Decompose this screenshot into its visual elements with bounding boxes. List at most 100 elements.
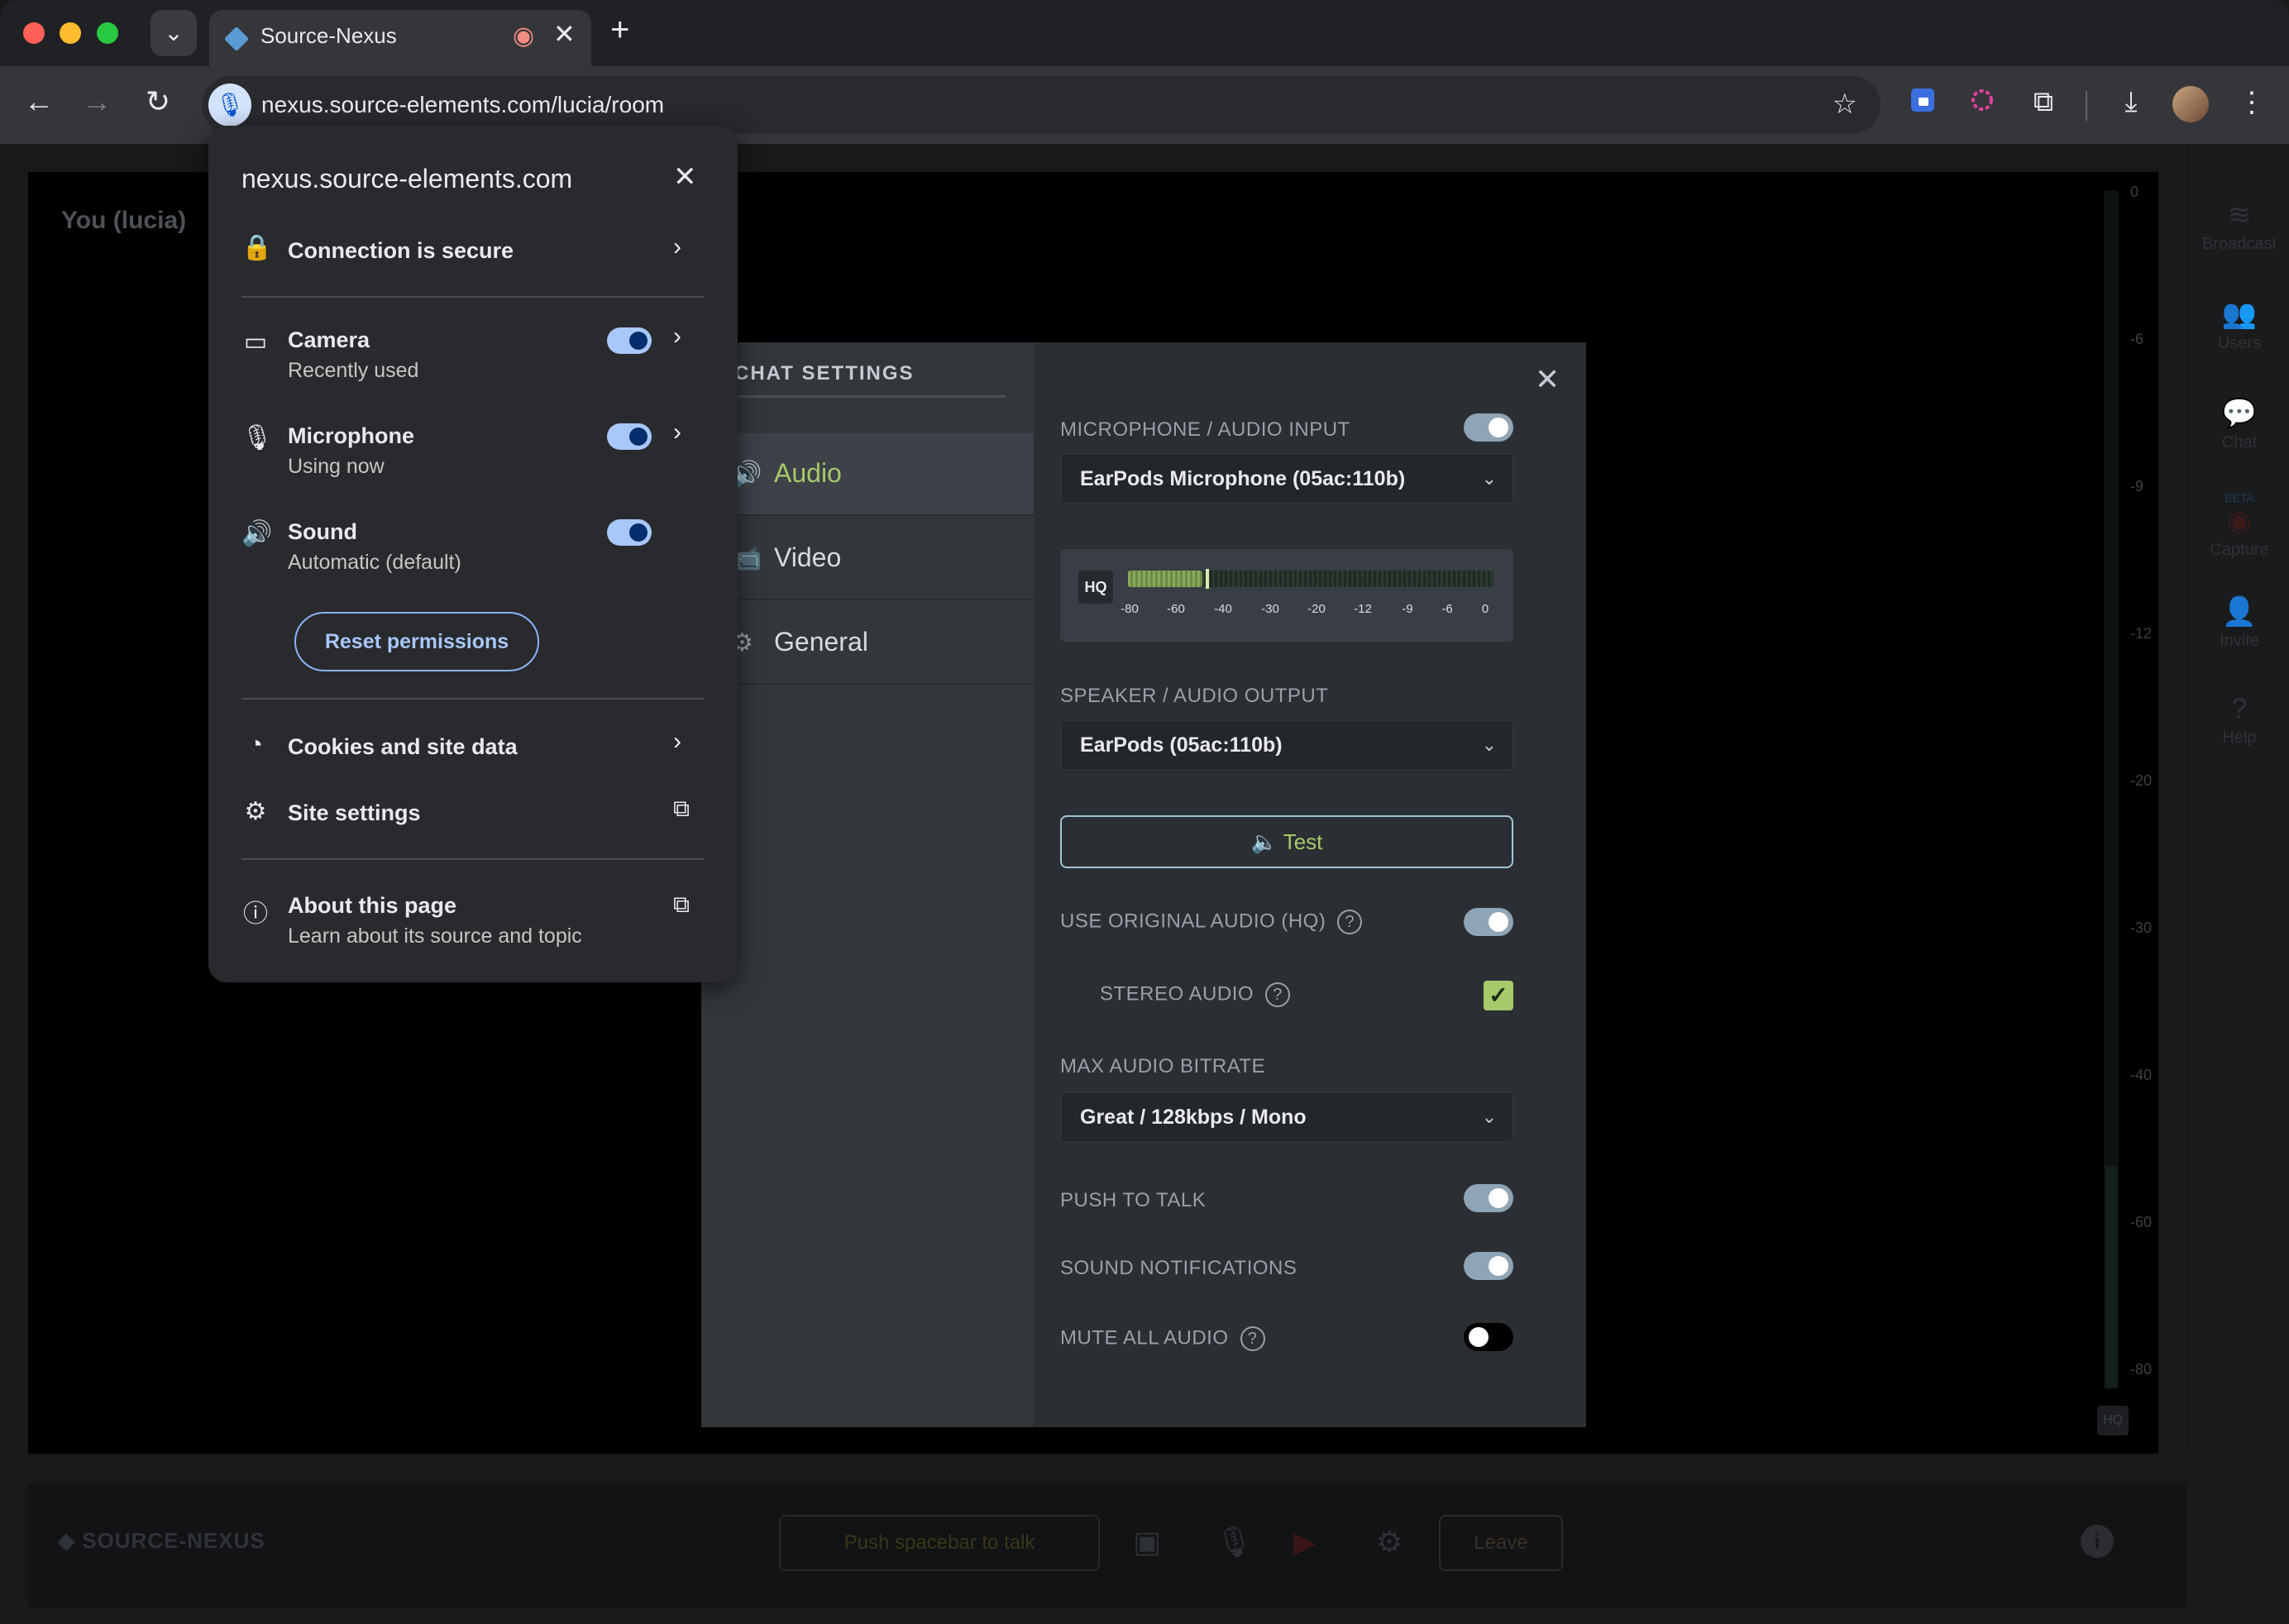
close-tab-button[interactable]: ✕ [553,18,576,50]
help-icon[interactable]: ? [1265,982,1291,1007]
sound-permission-row[interactable]: 🔊 Sound Automatic (default) [208,519,738,577]
site-info-popup: nexus.source-elements.com ✕ 🔒 Connection… [208,126,738,982]
test-audio-button[interactable]: 🔈 Test [1060,815,1513,868]
meter-label: -20 [2130,772,2153,789]
reload-button[interactable]: ↻ [137,84,179,119]
close-settings-button[interactable]: ✕ [1535,362,1560,397]
mic-toggle[interactable] [1464,413,1513,442]
close-popup-button[interactable]: ✕ [673,160,697,193]
level-bar-fill [1128,571,1202,587]
camera-off-icon[interactable]: ▶ [1293,1525,1317,1560]
tab-source-nexus[interactable]: Source-Nexus ◉ ✕ [209,10,591,66]
meter-label: -80 [2130,1361,2153,1378]
screen-share-icon[interactable]: ▣ [1133,1525,1161,1560]
title-underline [734,395,1006,398]
level-peak-marker [1206,569,1209,589]
level-tick: 0 [1481,602,1489,616]
cookie-icon: ◔ [247,731,264,758]
leave-button[interactable]: Leave [1439,1515,1563,1571]
tab-title: Source-Nexus [260,23,397,48]
info-icon: ⓘ [243,900,268,928]
settings-menu: CHAT SETTINGS 🔊 Audio 📹 Video ⚙ General [701,342,1034,1427]
back-button[interactable]: ← [18,84,60,119]
sidebar-item-chat[interactable]: 💬 Chat [2190,397,2289,452]
camera-icon: ▭ [243,328,268,356]
bookmark-star-icon[interactable]: ☆ [1833,88,1857,121]
level-tick: -80 [1121,602,1139,616]
new-tab-button[interactable]: + [610,12,629,49]
microphone-icon[interactable]: 🎙 [1216,1525,1254,1560]
stereo-audio-checkbox[interactable]: ✓ [1484,981,1513,1010]
settings-tab-video[interactable]: 📹 Video [701,518,1034,600]
camera-toggle[interactable] [607,327,652,354]
chevron-right-icon: › [673,728,681,755]
meter-label: -6 [2130,331,2144,347]
bitrate-section-label: MAX AUDIO BITRATE [1060,1055,1266,1077]
toolbar-divider [2086,91,2087,121]
site-settings-row[interactable]: ⚙ Site settings ⧉ [208,795,738,833]
meter-label: -12 [2130,625,2153,642]
reset-permissions-button[interactable]: Reset permissions [294,612,539,671]
info-icon[interactable]: i [2081,1525,2114,1558]
profile-avatar[interactable] [2172,86,2209,122]
help-icon[interactable]: ? [1240,1326,1265,1351]
settings-tab-audio[interactable]: 🔊 Audio [701,433,1034,516]
sidebar-item-broadcast[interactable]: ≋ Broadcast [2190,198,2289,254]
sidebar-item-users[interactable]: 👥 Users [2190,298,2289,353]
sidebar-item-capture[interactable]: BETA ◉ Capture [2190,491,2289,560]
extensions-puzzle-icon[interactable]: ⧉ [2023,86,2064,118]
broadcast-icon: ≋ [2227,199,2252,231]
zoom-window-button[interactable] [97,22,118,44]
cookies-row[interactable]: ◔ Cookies and site data › [208,728,738,767]
minimize-window-button[interactable] [60,22,81,44]
speaker-section-label: SPEAKER / AUDIO OUTPUT [1060,685,1329,707]
push-to-talk-label: PUSH TO TALK [1060,1189,1207,1211]
speaker-device-select[interactable]: EarPods (05ac:110b) ⌄ [1060,719,1513,771]
chevron-right-icon: › [673,233,681,260]
url-text[interactable]: nexus.source-elements.com/lucia/room [261,92,664,118]
chat-icon: 💬 [2221,398,2258,429]
sidebar-item-invite[interactable]: 👤 Invite [2190,595,2289,651]
beta-badge: BETA [2224,491,2254,504]
settings-title: CHAT SETTINGS [734,362,915,385]
microphone-toggle[interactable] [607,423,652,450]
connection-secure-row[interactable]: 🔒 Connection is secure › [208,233,738,270]
original-audio-label: USE ORIGINAL AUDIO (HQ)? [1060,910,1363,934]
microphone-icon: 🎙 [241,424,274,451]
popup-domain: nexus.source-elements.com [241,164,573,193]
settings-gear-icon[interactable]: ⚙ [1376,1525,1403,1560]
stereo-audio-label: STEREO AUDIO? [1100,982,1291,1007]
download-icon[interactable]: ⤓ [2110,86,2152,118]
level-tick: -60 [1167,602,1185,616]
microphone-in-use-icon[interactable]: 🎙 [208,84,251,127]
popup-divider [241,858,705,860]
extension-puzzle-gear-icon[interactable] [1962,86,2003,122]
level-tick: -6 [1441,602,1453,616]
app-logo: ◆ SOURCE-NEXUS [58,1528,265,1553]
mic-device-select[interactable]: EarPods Microphone (05ac:110b) ⌄ [1060,453,1513,504]
extension-shield-icon[interactable] [1902,86,1943,122]
push-to-talk-button[interactable]: Push spacebar to talk [779,1515,1100,1571]
browser-menu-icon[interactable]: ⋮ [2231,86,2272,119]
meter-label: -9 [2130,478,2144,494]
close-window-button[interactable] [23,22,45,44]
original-audio-toggle[interactable] [1464,908,1513,936]
sound-notifications-label: SOUND NOTIFICATIONS [1060,1257,1297,1279]
camera-permission-row[interactable]: ▭ Camera Recently used › [208,322,738,385]
sidebar-item-help[interactable]: ? Help [2190,693,2289,748]
about-page-row[interactable]: ⓘ About this page Learn about its source… [208,891,738,951]
settings-tab-general[interactable]: ⚙ General [701,602,1034,685]
bitrate-select[interactable]: Great / 128kbps / Mono ⌄ [1060,1091,1513,1143]
forward-button[interactable]: → [76,84,117,119]
sound-toggle[interactable] [607,519,652,546]
bottom-bar: ◆ SOURCE-NEXUS Push spacebar to talk ▣ 🎙… [28,1483,2186,1607]
level-tick: -40 [1214,602,1232,616]
push-to-talk-toggle[interactable] [1464,1184,1513,1212]
microphone-permission-row[interactable]: 🎙 Microphone Using now › [208,418,738,481]
mute-all-toggle[interactable] [1464,1323,1513,1351]
tab-list-button[interactable]: ⌄ [151,10,197,56]
tab-bar: ⌄ Source-Nexus ◉ ✕ + [0,0,2289,66]
sound-notifications-toggle[interactable] [1464,1252,1513,1280]
recording-indicator-icon: ◉ [513,22,535,50]
help-icon[interactable]: ? [1337,910,1363,934]
